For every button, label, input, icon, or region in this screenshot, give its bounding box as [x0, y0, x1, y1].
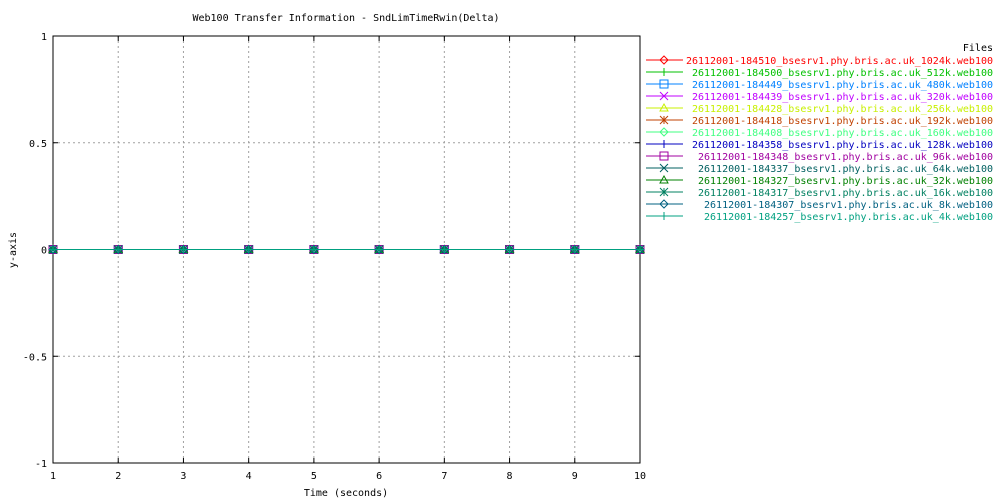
- x-tick-label: 10: [634, 471, 646, 482]
- legend-label: 26112001-184348_bsesrv1.phy.bris.ac.uk_9…: [698, 152, 993, 163]
- y-tick-label: -0.5: [23, 352, 47, 363]
- legend-label: 26112001-184307_bsesrv1.phy.bris.ac.uk_8…: [704, 200, 993, 211]
- legend-entry: 26112001-184307_bsesrv1.phy.bris.ac.uk_8…: [646, 199, 993, 211]
- legend-entry: 26112001-184348_bsesrv1.phy.bris.ac.uk_9…: [646, 151, 993, 163]
- data-point: [660, 140, 668, 148]
- data-point: [660, 68, 668, 76]
- y-tick-label: 0: [41, 246, 47, 257]
- legend-label: 26112001-184418_bsesrv1.phy.bris.ac.uk_1…: [692, 116, 993, 127]
- x-tick-label: 6: [376, 471, 382, 482]
- legend-label: 26112001-184358_bsesrv1.phy.bris.ac.uk_1…: [692, 140, 993, 151]
- axis-ticks: 1 2 3 4 5 6 7 8 9 10 -1 -0.5 0 0.5 1: [23, 32, 646, 482]
- data-point: [659, 187, 669, 197]
- x-tick-label: 4: [246, 471, 252, 482]
- legend-entry: 26112001-184510_bsesrv1.phy.bris.ac.uk_1…: [646, 55, 993, 67]
- x-axis-label: Time (seconds): [304, 488, 388, 499]
- data-point: [660, 212, 668, 220]
- y-tick-label: 0.5: [29, 139, 47, 150]
- legend-label: 26112001-184327_bsesrv1.phy.bris.ac.uk_3…: [698, 176, 993, 187]
- legend-label: 26112001-184500_bsesrv1.phy.bris.ac.uk_5…: [692, 68, 993, 79]
- x-tick-label: 7: [441, 471, 447, 482]
- legend-entry: 26112001-184439_bsesrv1.phy.bris.ac.uk_3…: [646, 91, 993, 103]
- chart-title: Web100 Transfer Information - SndLimTime…: [192, 13, 499, 24]
- legend-label: 26112001-184337_bsesrv1.phy.bris.ac.uk_6…: [698, 164, 993, 175]
- line-chart: Web100 Transfer Information - SndLimTime…: [8, 13, 993, 499]
- legend-entry: 26112001-184428_bsesrv1.phy.bris.ac.uk_2…: [646, 102, 993, 115]
- legend-entry: 26112001-184257_bsesrv1.phy.bris.ac.uk_4…: [646, 212, 993, 223]
- legend-entry: 26112001-184500_bsesrv1.phy.bris.ac.uk_5…: [646, 68, 993, 79]
- legend-entry: 26112001-184317_bsesrv1.phy.bris.ac.uk_1…: [646, 187, 993, 199]
- x-tick-label: 1: [50, 471, 56, 482]
- x-tick-label: 8: [507, 471, 513, 482]
- legend-label: 26112001-184510_bsesrv1.phy.bris.ac.uk_1…: [686, 56, 993, 67]
- legend-title: Files: [963, 43, 993, 54]
- legend-label: 26112001-184317_bsesrv1.phy.bris.ac.uk_1…: [698, 188, 993, 199]
- legend-entry: 26112001-184408_bsesrv1.phy.bris.ac.uk_1…: [646, 127, 993, 139]
- y-axis-label: y-axis: [8, 232, 19, 268]
- y-tick-label: -1: [35, 459, 47, 470]
- data-point: [659, 115, 669, 125]
- series-14: [49, 245, 644, 254]
- legend-entry: 26112001-184337_bsesrv1.phy.bris.ac.uk_6…: [646, 163, 993, 175]
- x-tick-label: 9: [572, 471, 578, 482]
- y-tick-label: 1: [41, 32, 47, 43]
- legend-entry: 26112001-184358_bsesrv1.phy.bris.ac.uk_1…: [646, 140, 993, 151]
- x-tick-label: 5: [311, 471, 317, 482]
- legend-label: 26112001-184408_bsesrv1.phy.bris.ac.uk_1…: [692, 128, 993, 139]
- legend-entry: 26112001-184327_bsesrv1.phy.bris.ac.uk_3…: [646, 174, 993, 187]
- legend-label: 26112001-184449_bsesrv1.phy.bris.ac.uk_4…: [692, 80, 993, 91]
- series-group: [48, 244, 645, 255]
- legend-entry: 26112001-184449_bsesrv1.phy.bris.ac.uk_4…: [646, 79, 993, 91]
- legend-label: 26112001-184428_bsesrv1.phy.bris.ac.uk_2…: [692, 104, 993, 115]
- x-tick-label: 3: [180, 471, 186, 482]
- legend-entry: 26112001-184418_bsesrv1.phy.bris.ac.uk_1…: [646, 115, 993, 127]
- legend-label: 26112001-184439_bsesrv1.phy.bris.ac.uk_3…: [692, 92, 993, 103]
- legend: Files 26112001-184510_bsesrv1.phy.bris.a…: [646, 43, 993, 223]
- x-tick-label: 2: [115, 471, 121, 482]
- legend-label: 26112001-184257_bsesrv1.phy.bris.ac.uk_4…: [704, 212, 993, 223]
